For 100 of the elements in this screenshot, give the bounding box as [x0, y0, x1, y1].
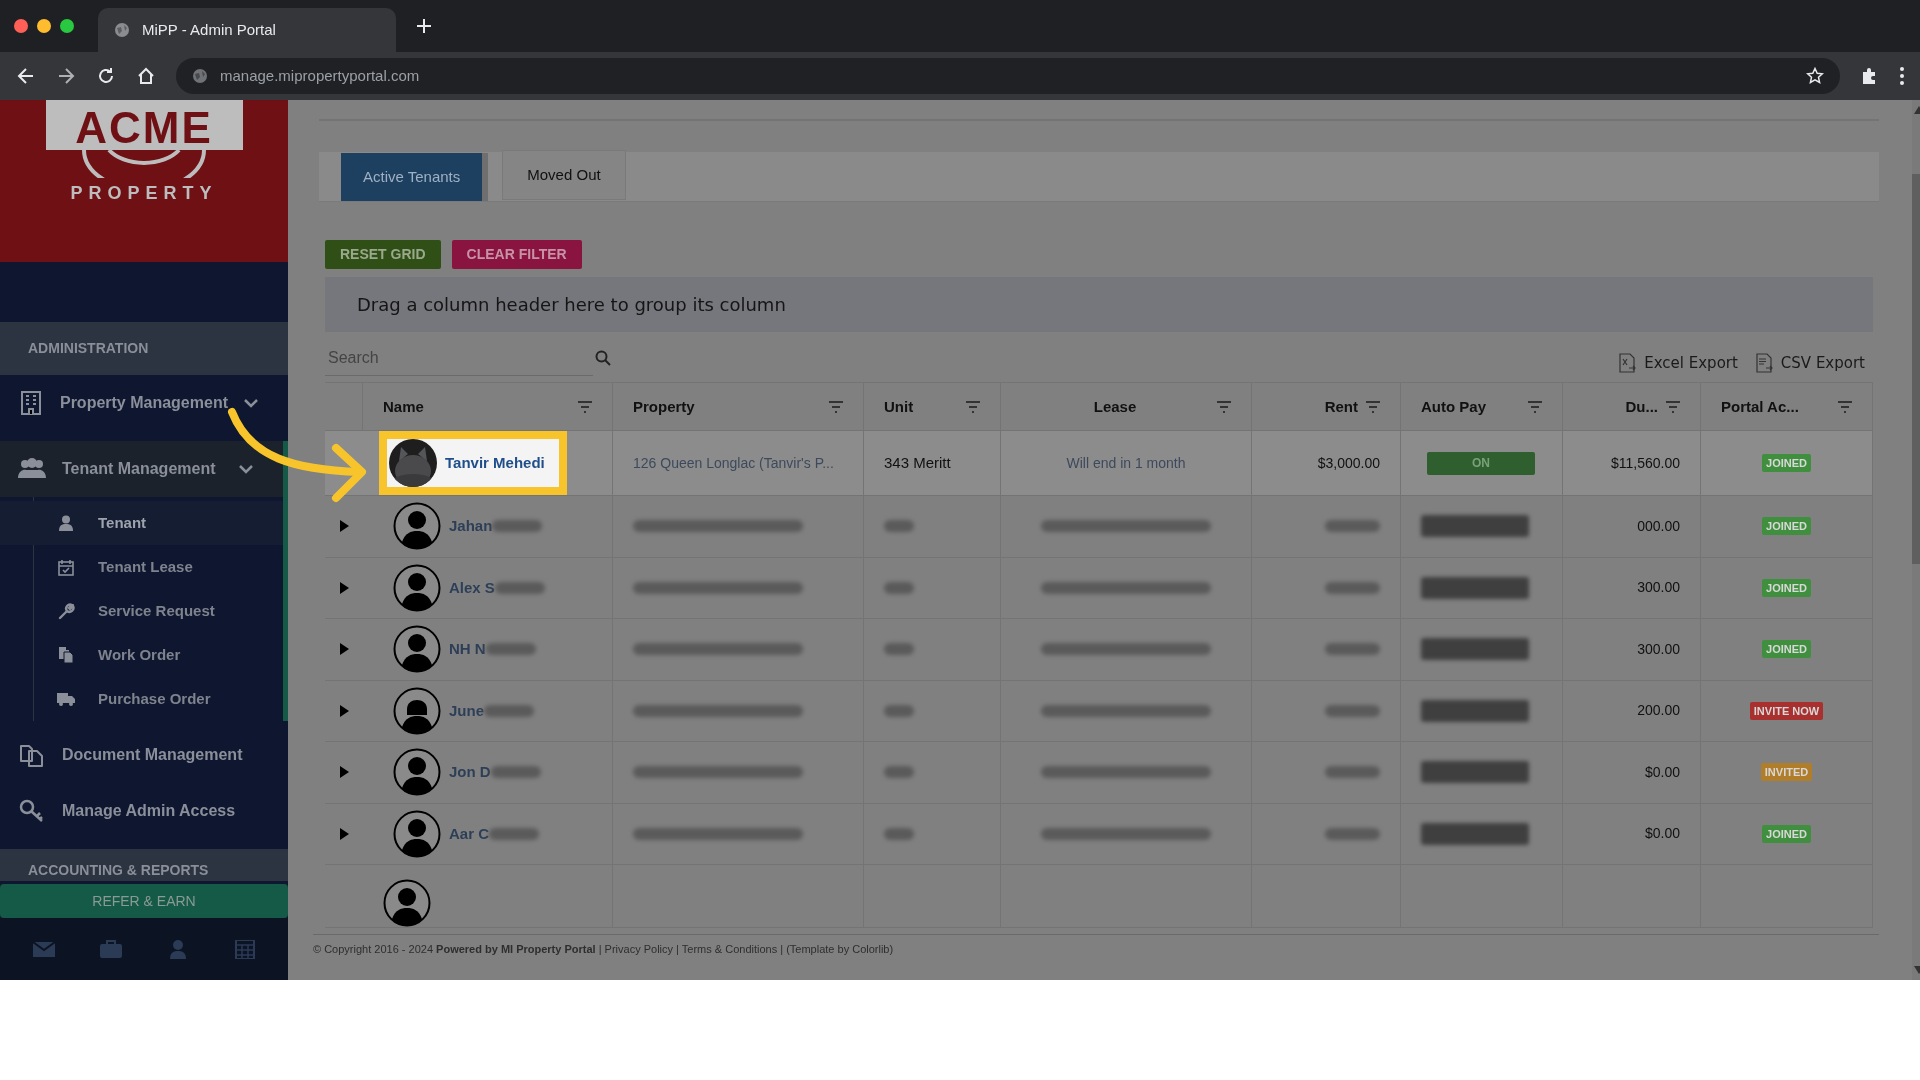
excel-export-button[interactable]: Excel Export — [1619, 351, 1738, 375]
column-header[interactable]: Name — [363, 383, 613, 431]
filter-icon[interactable] — [1838, 400, 1852, 413]
filter-icon[interactable] — [829, 400, 843, 413]
redacted-bar — [492, 520, 543, 533]
new-tab-icon[interactable] — [416, 18, 432, 34]
due-amount: 200.00 — [1637, 701, 1680, 721]
sidebar-subitem[interactable]: Tenant Lease — [0, 545, 283, 589]
more-menu-icon[interactable] — [1900, 67, 1904, 85]
close-window-button[interactable] — [14, 19, 28, 33]
redacted-bar — [884, 643, 914, 656]
search-icon[interactable] — [595, 350, 611, 367]
column-header[interactable]: Unit — [864, 383, 1001, 431]
filter-icon[interactable] — [578, 400, 592, 413]
sidebar-item[interactable]: Document Management — [0, 727, 288, 783]
expand-row-icon[interactable] — [339, 581, 349, 594]
portal-status-badge: JOINED — [1762, 640, 1811, 659]
browser-tab[interactable]: MiPP - Admin Portal — [98, 8, 396, 52]
filter-icon[interactable] — [1366, 400, 1380, 413]
portal-status-badge: INVITE NOW — [1749, 701, 1824, 720]
tenant-name-link[interactable]: Tanvir Mehedi — [445, 451, 545, 475]
sidebar-subitem[interactable]: Tenant — [0, 501, 283, 545]
filter-icon[interactable] — [1666, 400, 1680, 413]
expand-row-icon[interactable] — [339, 643, 349, 656]
column-header[interactable]: Du... — [1563, 383, 1701, 431]
avatar-icon — [393, 625, 441, 674]
redacted-bar — [884, 827, 914, 840]
avatar-icon — [393, 809, 441, 858]
avatar-female-icon — [393, 686, 441, 735]
chevron-down-icon — [239, 464, 253, 474]
column-header[interactable]: Rent — [1252, 383, 1401, 431]
documents-icon — [19, 742, 45, 768]
reload-icon[interactable] — [96, 66, 116, 86]
address-bar[interactable]: manage.mipropertyportal.com — [176, 58, 1840, 94]
clear-filter-button[interactable]: CLEAR FILTER — [451, 240, 582, 269]
portal-status-badge: JOINED — [1762, 517, 1811, 536]
bookmark-star-icon[interactable] — [1806, 67, 1824, 85]
portal-status-badge: JOINED — [1762, 578, 1811, 597]
refer-earn-button[interactable]: REFER & EARN — [0, 884, 288, 918]
redacted-bar — [490, 766, 541, 779]
redacted-bar — [1325, 704, 1380, 717]
tab[interactable]: Moved Out — [502, 150, 626, 200]
redacted-bar — [884, 581, 914, 594]
tab-title: MiPP - Admin Portal — [142, 19, 276, 40]
search-field[interactable]: Search — [325, 340, 593, 377]
truck-icon — [56, 692, 76, 706]
redacted-bar — [1325, 520, 1380, 533]
tenant-name-link[interactable]: Aar C — [449, 822, 489, 846]
csv-export-button[interactable]: CSV Export — [1755, 351, 1865, 375]
column-header[interactable]: Property — [613, 383, 864, 431]
property-cell-text: 126 Queen Longlac (Tanvir's P... — [633, 453, 834, 473]
user-icon — [59, 515, 73, 531]
tenant-name-link[interactable]: Jahan — [449, 515, 493, 538]
tab[interactable]: Active Tenants — [341, 153, 489, 201]
column-header[interactable]: Portal Ac... — [1701, 383, 1873, 431]
filter-icon[interactable] — [1528, 400, 1542, 413]
due-amount: 300.00 — [1637, 578, 1680, 598]
maximize-window-button[interactable] — [60, 19, 74, 33]
back-icon[interactable] — [16, 66, 36, 86]
forward-icon[interactable] — [56, 66, 76, 86]
expand-row-icon[interactable] — [339, 520, 349, 533]
globe-icon — [192, 68, 208, 84]
section-header: ADMINISTRATION — [0, 322, 288, 375]
sidebar-subitem[interactable]: Purchase Order — [0, 677, 283, 721]
chevron-down-icon — [244, 398, 258, 408]
expand-row-icon[interactable] — [339, 704, 349, 717]
avatar-icon — [393, 563, 441, 612]
filter-icon[interactable] — [966, 400, 980, 413]
column-header[interactable]: Lease — [1001, 383, 1252, 431]
sidebar-item[interactable]: Manage Admin Access — [0, 783, 288, 839]
sidebar-item[interactable]: Property Management — [0, 375, 288, 431]
filter-icon[interactable] — [1217, 400, 1231, 413]
sidebar-subitem[interactable]: Work Order — [0, 633, 283, 677]
sidebar-subitem[interactable]: Service Request — [0, 589, 283, 633]
logo-text: ACME — [75, 106, 213, 150]
lease-cell-text: Will end in 1 month — [1066, 453, 1186, 473]
avatar-icon — [393, 502, 441, 551]
documents-icon — [58, 646, 74, 664]
redacted-bar — [884, 766, 914, 779]
building-icon — [20, 391, 41, 415]
due-amount: $0.00 — [1644, 824, 1680, 844]
redacted-bar — [1325, 827, 1380, 840]
tenant-name-link[interactable]: Alex S — [449, 576, 495, 600]
unit-cell-text: 343 Meritt — [884, 452, 951, 473]
portal-status-badge: JOINED — [1762, 454, 1811, 473]
reset-grid-button[interactable]: RESET GRID — [325, 240, 441, 269]
tenant-name-link[interactable]: June — [449, 699, 484, 723]
expand-row-icon[interactable] — [339, 827, 349, 840]
column-header[interactable]: Auto Pay — [1401, 383, 1563, 431]
due-amount: 300.00 — [1637, 639, 1680, 659]
minimize-window-button[interactable] — [37, 19, 51, 33]
sidebar-item[interactable]: Tenant Management — [0, 441, 288, 497]
home-icon[interactable] — [136, 66, 156, 86]
tenant-name-link[interactable]: Jon D — [449, 761, 491, 784]
expand-row-icon[interactable] — [339, 766, 349, 779]
rent-cell-text: $3,000.00 — [1317, 453, 1380, 473]
footer-text: © Copyright 2016 - 2024 Powered by MI Property Portal | Privacy Policy | Terms & Conditions | (Template by Colorlib) — [313, 942, 895, 957]
highlighted-name-cell[interactable]: Tanvir Mehedi — [379, 431, 567, 496]
tenant-name-link[interactable]: NH N — [449, 638, 486, 661]
key-icon — [19, 799, 45, 823]
